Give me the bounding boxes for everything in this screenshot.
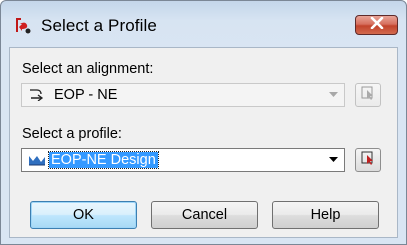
close-button[interactable] bbox=[355, 15, 398, 35]
profile-dropdown[interactable]: EOP-NE Design bbox=[21, 148, 345, 172]
profile-value: EOP-NE Design bbox=[48, 151, 159, 169]
help-button[interactable]: Help bbox=[272, 201, 379, 229]
profile-label: Select a profile: bbox=[22, 126, 122, 142]
app-icon bbox=[13, 16, 33, 36]
cancel-button[interactable]: Cancel bbox=[151, 201, 258, 229]
ok-button[interactable]: OK bbox=[30, 201, 137, 229]
pick-from-drawing-icon bbox=[360, 150, 376, 171]
close-icon bbox=[370, 16, 384, 34]
profile-value-field[interactable]: EOP-NE Design bbox=[48, 151, 159, 169]
alignment-label: Select an alignment: bbox=[22, 61, 154, 77]
pick-from-drawing-icon bbox=[360, 85, 376, 106]
select-profile-dialog: Select a Profile Select an alignment: EO… bbox=[0, 0, 407, 245]
alignment-value: EOP - NE bbox=[54, 87, 118, 103]
pick-profile-button[interactable] bbox=[355, 148, 381, 172]
alignment-icon bbox=[29, 89, 49, 101]
title-bar[interactable]: Select a Profile bbox=[1, 1, 406, 47]
alignment-dropdown[interactable]: EOP - NE bbox=[21, 83, 345, 107]
chevron-down-icon[interactable] bbox=[325, 151, 342, 169]
pick-alignment-button[interactable] bbox=[355, 83, 381, 107]
chevron-down-icon[interactable] bbox=[325, 86, 342, 104]
window-title: Select a Profile bbox=[41, 16, 157, 35]
profile-icon bbox=[28, 154, 46, 166]
dialog-body: Select an alignment: EOP - NE Select a p… bbox=[9, 47, 398, 238]
